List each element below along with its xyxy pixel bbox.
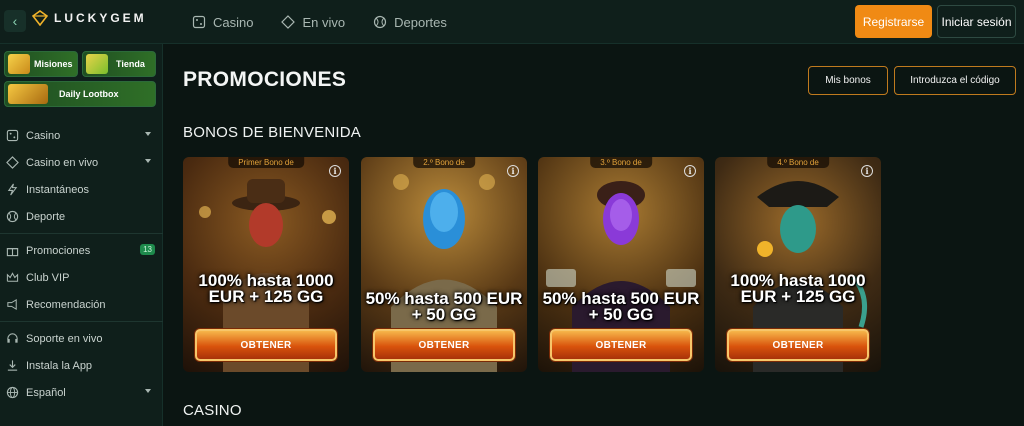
daily-lootbox-tile[interactable]: Daily Lootbox bbox=[4, 81, 156, 107]
bonus-card-3[interactable]: 3.º Bono de i 50% hasta 500 EUR + 50 GG … bbox=[538, 157, 704, 372]
shop-label: Tienda bbox=[116, 59, 145, 69]
bonus-card-label: Primer Bono de bbox=[228, 157, 304, 168]
dice-icon bbox=[6, 129, 19, 142]
chevron-down-icon bbox=[145, 159, 151, 163]
bonus-card-text: 50% hasta 500 EUR + 50 GG bbox=[542, 289, 700, 324]
sidebar-divider bbox=[0, 321, 163, 322]
sidebar-item-sports[interactable]: Deporte bbox=[0, 203, 163, 230]
ball-icon bbox=[6, 210, 19, 223]
promotions-count-badge: 13 bbox=[140, 244, 155, 255]
nav-live[interactable]: En vivo bbox=[281, 15, 345, 30]
download-icon bbox=[7, 360, 18, 371]
headset-icon bbox=[7, 333, 18, 343]
sidebar-item-promotions[interactable]: Promociones 13 bbox=[0, 237, 163, 264]
enter-code-button[interactable]: Introduzca el código bbox=[894, 66, 1016, 95]
dice-icon bbox=[192, 15, 206, 29]
gift-icon bbox=[6, 248, 19, 257]
bonus-card-text: 50% hasta 500 EUR + 50 GG bbox=[365, 289, 523, 324]
missions-label: Misiones bbox=[34, 59, 73, 69]
top-bar: ‹ LUCKYGEM Casino En vivo Deportes Regis… bbox=[0, 0, 1024, 44]
chevron-down-icon bbox=[145, 389, 151, 393]
sidebar-item-label: Casino en vivo bbox=[26, 156, 99, 169]
lootbox-icon bbox=[8, 84, 48, 104]
sidebar-item-label: Casino bbox=[26, 129, 61, 142]
sidebar-item-casino[interactable]: Casino bbox=[0, 122, 163, 149]
sidebar-item-vip[interactable]: Club VIP bbox=[0, 264, 163, 291]
ball-icon bbox=[374, 15, 387, 29]
obtain-button[interactable]: OBTENER bbox=[373, 329, 515, 361]
info-icon[interactable]: i bbox=[861, 165, 873, 177]
gem-icon bbox=[32, 10, 48, 26]
sidebar-item-language[interactable]: Español bbox=[0, 379, 163, 406]
missions-icon bbox=[8, 54, 30, 74]
diamond-icon bbox=[281, 15, 296, 29]
nav-live-label: En vivo bbox=[302, 14, 346, 30]
page-title: PROMOCIONES bbox=[183, 68, 347, 91]
chevron-down-icon bbox=[145, 132, 151, 136]
daily-lootbox-label: Daily Lootbox bbox=[59, 89, 119, 99]
sidebar-item-label: Deporte bbox=[26, 210, 66, 223]
nav-sports-label: Deportes bbox=[394, 14, 447, 30]
nav-casino[interactable]: Casino bbox=[192, 15, 253, 30]
top-nav: Casino En vivo Deportes bbox=[192, 0, 447, 44]
obtain-button[interactable]: OBTENER bbox=[195, 329, 337, 361]
bolt-icon bbox=[7, 183, 18, 196]
globe-icon bbox=[6, 386, 19, 399]
shop-tile[interactable]: Tienda bbox=[82, 51, 156, 77]
info-icon[interactable]: i bbox=[684, 165, 696, 177]
sidebar-item-label: Recomendación bbox=[26, 298, 106, 311]
bonus-card-label: 4.º Bono de bbox=[767, 157, 829, 168]
megaphone-icon bbox=[7, 298, 17, 311]
sidebar-item-label: Soporte en vivo bbox=[26, 332, 103, 345]
diamond-icon bbox=[6, 156, 19, 169]
bonus-card-label: 2.º Bono de bbox=[413, 157, 475, 168]
sidebar: Misiones Tienda Daily Lootbox Casino Cas… bbox=[0, 44, 163, 426]
my-bonuses-button[interactable]: Mis bonos bbox=[808, 66, 888, 95]
bonus-card-4[interactable]: 4.º Bono de i 100% hasta 1000 EUR + 125 … bbox=[715, 157, 881, 372]
bonus-card-text: 100% hasta 1000 EUR + 125 GG bbox=[730, 271, 866, 306]
obtain-button[interactable]: OBTENER bbox=[727, 329, 869, 361]
shop-icon bbox=[86, 54, 108, 74]
sidebar-item-label: Club VIP bbox=[26, 271, 70, 284]
collapse-sidebar-button[interactable]: ‹ bbox=[4, 10, 26, 32]
sidebar-item-label: Español bbox=[26, 386, 66, 399]
nav-sports[interactable]: Deportes bbox=[373, 15, 447, 30]
info-icon[interactable]: i bbox=[329, 165, 341, 177]
sidebar-menu: Casino Casino en vivo Instantáneos Depor… bbox=[0, 122, 163, 406]
missions-tile[interactable]: Misiones bbox=[4, 51, 78, 77]
casino-section-title: CASINO bbox=[183, 402, 242, 419]
register-button[interactable]: Registrarse bbox=[855, 5, 932, 38]
sidebar-item-label: Instala la App bbox=[26, 359, 93, 372]
login-button[interactable]: Iniciar sesión bbox=[937, 5, 1016, 38]
sidebar-item-live-casino[interactable]: Casino en vivo bbox=[0, 149, 163, 176]
brand-name: LUCKYGEM bbox=[54, 11, 147, 25]
info-icon[interactable]: i bbox=[507, 165, 519, 177]
nav-casino-label: Casino bbox=[213, 14, 254, 30]
bonus-card-label: 3.º Bono de bbox=[590, 157, 652, 168]
bonus-card-2[interactable]: 2.º Bono de i 50% hasta 500 EUR + 50 GG … bbox=[361, 157, 527, 372]
welcome-bonuses-title: BONOS DE BIENVENIDA bbox=[183, 124, 362, 141]
bonus-card-text: 100% hasta 1000 EUR + 125 GG bbox=[198, 271, 334, 306]
obtain-button[interactable]: OBTENER bbox=[550, 329, 692, 361]
sidebar-item-instant[interactable]: Instantáneos bbox=[0, 176, 163, 203]
sidebar-item-label: Promociones bbox=[26, 244, 91, 257]
main-content: PROMOCIONES Mis bonos Introduzca el códi… bbox=[164, 44, 1024, 426]
crown-icon bbox=[6, 272, 19, 282]
sidebar-item-install-app[interactable]: Instala la App bbox=[0, 352, 163, 379]
bonus-card-1[interactable]: Primer Bono de i 100% hasta 1000 EUR + 1… bbox=[183, 157, 349, 372]
brand-logo[interactable]: LUCKYGEM bbox=[32, 10, 147, 26]
sidebar-item-support[interactable]: Soporte en vivo bbox=[0, 325, 163, 352]
sidebar-divider bbox=[0, 233, 163, 234]
chevron-left-icon: ‹ bbox=[12, 13, 18, 29]
sidebar-item-label: Instantáneos bbox=[26, 183, 89, 196]
sidebar-item-referral[interactable]: Recomendación bbox=[0, 291, 163, 318]
